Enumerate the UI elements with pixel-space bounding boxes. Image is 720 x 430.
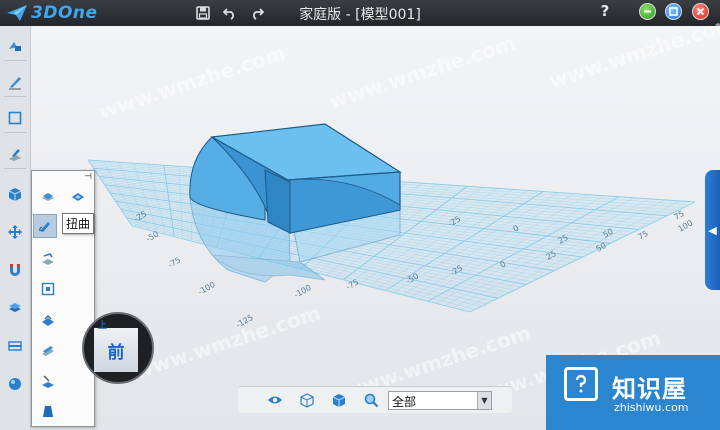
wireframe-cube-icon[interactable]: [298, 391, 316, 409]
badge-title: 知识屋: [612, 375, 687, 403]
maximize-icon: [669, 7, 678, 16]
stamp-icon[interactable]: [36, 184, 60, 208]
arrow-left-icon: ◀: [708, 223, 717, 237]
badge-subtitle: zhishiwu.com: [614, 401, 689, 414]
close-icon: [696, 7, 705, 16]
app-logo: 3DOne: [6, 3, 98, 23]
maximize-button[interactable]: [665, 3, 682, 20]
pin-icon[interactable]: ⊣: [84, 172, 92, 182]
special-modeling-flyout: ⊣: [31, 170, 95, 427]
app-logo-text: 3DOne: [31, 3, 98, 23]
taper-icon[interactable]: [36, 399, 60, 423]
chevron-down-icon[interactable]: ▼: [477, 392, 491, 409]
special-modeling-icon[interactable]: [5, 144, 25, 164]
view-cube-front-face[interactable]: 前: [94, 328, 138, 372]
redo-icon[interactable]: [248, 4, 266, 22]
magnet-icon[interactable]: [5, 260, 25, 280]
sketch-rectangle-icon[interactable]: [5, 108, 25, 128]
eye-icon[interactable]: [266, 391, 284, 409]
basic-shapes-icon[interactable]: [5, 36, 25, 56]
question-screen-icon: [564, 367, 598, 401]
filter-select[interactable]: 全部 ▼: [388, 391, 492, 410]
view-cube-front-label: 前: [107, 342, 125, 363]
help-button[interactable]: ?: [597, 2, 613, 20]
undo-icon[interactable]: [221, 4, 239, 22]
boundary-box-icon[interactable]: [36, 277, 60, 301]
minimize-button[interactable]: [639, 3, 656, 20]
view-cube-top-label: 上: [98, 321, 108, 331]
shaded-cube-icon[interactable]: [330, 391, 348, 409]
save-icon[interactable]: [194, 4, 212, 22]
material-sphere-icon[interactable]: [5, 374, 25, 394]
title-bar: 3DOne 家庭版 - [模型001] ?: [0, 0, 720, 26]
zoom-icon[interactable]: [362, 391, 380, 409]
emboss-icon[interactable]: [36, 339, 60, 363]
panel-icon[interactable]: [5, 336, 25, 356]
solid-box-icon[interactable]: [5, 184, 25, 204]
close-button[interactable]: [692, 3, 709, 20]
right-panel-toggle[interactable]: ◀: [705, 170, 720, 290]
move-arrows-icon[interactable]: [5, 222, 25, 242]
minimize-icon: [644, 10, 651, 13]
layers-icon[interactable]: [5, 298, 25, 318]
paper-plane-icon: [7, 5, 27, 21]
pattern-icon[interactable]: [36, 369, 60, 393]
twist-icon[interactable]: [33, 214, 57, 238]
twist-tooltip: 扭曲: [62, 213, 95, 234]
bend-icon[interactable]: [36, 309, 60, 333]
filter-select-value: 全部: [392, 395, 417, 409]
cut-icon[interactable]: [36, 247, 60, 271]
bottom-toolbar: 全部 ▼: [238, 386, 512, 413]
sketch-pen-icon[interactable]: [5, 72, 25, 92]
left-toolbar: [0, 26, 31, 430]
view-cube[interactable]: 前 上: [82, 312, 154, 384]
zhishiwu-badge: 知识屋 zhishiwu.com: [546, 355, 720, 430]
shell-icon[interactable]: [66, 184, 90, 208]
